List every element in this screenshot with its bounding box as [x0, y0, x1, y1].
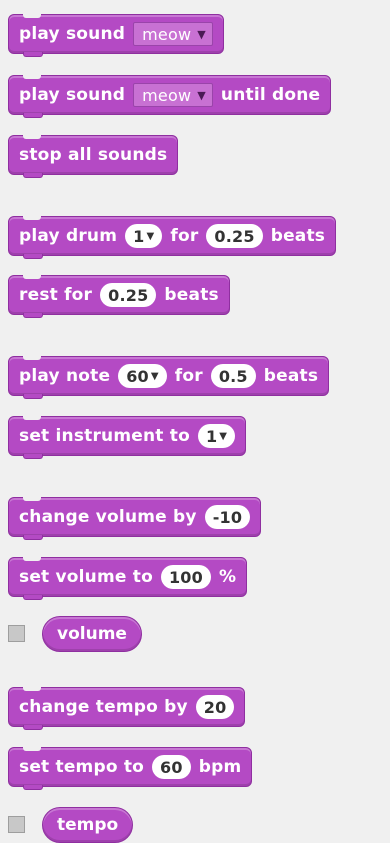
- beats-input[interactable]: 0.5: [210, 364, 256, 388]
- change-tempo-block[interactable]: change tempo by 20: [8, 687, 246, 730]
- sound-dropdown[interactable]: meow ▼: [133, 83, 213, 107]
- play-note-label: play note: [19, 366, 111, 386]
- dropdown-arrow-icon: ▼: [150, 370, 159, 382]
- change-volume-block[interactable]: change volume by -10: [8, 497, 262, 540]
- beats-label: beats: [270, 226, 326, 246]
- note-input-value: 60: [126, 366, 149, 386]
- play-sound-label: play sound: [19, 24, 126, 44]
- volume-reporter-label: volume: [57, 624, 127, 644]
- stop-all-sounds-block[interactable]: stop all sounds: [8, 135, 179, 178]
- set-instrument-block[interactable]: set instrument to 1 ▼: [8, 416, 247, 459]
- tempo-checkbox[interactable]: [8, 816, 25, 833]
- play-note-block[interactable]: play note 60 ▼ for 0.5 beats: [8, 356, 330, 399]
- play-sound-label: play sound: [19, 85, 126, 105]
- volume-checkbox[interactable]: [8, 625, 25, 642]
- tempo-reporter-block[interactable]: tempo: [42, 807, 134, 843]
- stop-all-sounds-label: stop all sounds: [19, 145, 168, 165]
- bpm-label: bpm: [198, 757, 242, 777]
- percent-label: %: [218, 567, 237, 587]
- drum-input[interactable]: 1 ▼: [125, 224, 163, 248]
- dropdown-arrow-icon: ▼: [219, 430, 228, 442]
- for-label: for: [174, 366, 203, 386]
- rest-for-label: rest for: [19, 285, 93, 305]
- play-drum-block[interactable]: play drum 1 ▼ for 0.25 beats: [8, 216, 337, 259]
- change-tempo-label: change tempo by: [19, 697, 188, 717]
- instrument-input[interactable]: 1 ▼: [197, 424, 236, 448]
- play-sound-until-done-block[interactable]: play sound meow ▼ until done: [8, 75, 332, 118]
- beats-input[interactable]: 0.25: [206, 224, 263, 248]
- set-volume-label: set volume to: [19, 567, 153, 587]
- instrument-input-value: 1: [205, 426, 218, 446]
- volume-input[interactable]: 100: [160, 565, 211, 589]
- dropdown-arrow-icon: ▼: [197, 88, 206, 102]
- for-label: for: [170, 226, 199, 246]
- dropdown-arrow-icon: ▼: [146, 230, 155, 242]
- sound-dropdown-value: meow: [142, 24, 192, 44]
- note-input[interactable]: 60 ▼: [118, 364, 167, 388]
- set-tempo-block[interactable]: set tempo to 60 bpm: [8, 747, 253, 790]
- until-done-label: until done: [220, 85, 321, 105]
- dropdown-arrow-icon: ▼: [197, 27, 206, 41]
- rest-for-block[interactable]: rest for 0.25 beats: [8, 275, 230, 318]
- volume-reporter-block[interactable]: volume: [42, 616, 142, 652]
- set-volume-block[interactable]: set volume to 100 %: [8, 557, 248, 600]
- sound-dropdown[interactable]: meow ▼: [133, 22, 213, 46]
- play-drum-label: play drum: [19, 226, 118, 246]
- set-tempo-label: set tempo to: [19, 757, 145, 777]
- volume-change-input[interactable]: -10: [204, 505, 251, 529]
- change-volume-label: change volume by: [19, 507, 197, 527]
- beats-label: beats: [263, 366, 319, 386]
- tempo-input[interactable]: 60: [152, 755, 191, 779]
- tempo-reporter-label: tempo: [57, 815, 119, 835]
- beats-input[interactable]: 0.25: [100, 283, 157, 307]
- set-instrument-label: set instrument to: [19, 426, 190, 446]
- sound-dropdown-value: meow: [142, 85, 192, 105]
- beats-label: beats: [164, 285, 219, 305]
- play-sound-block[interactable]: play sound meow ▼: [8, 14, 224, 57]
- drum-input-value: 1: [133, 226, 145, 246]
- tempo-change-input[interactable]: 20: [195, 695, 235, 719]
